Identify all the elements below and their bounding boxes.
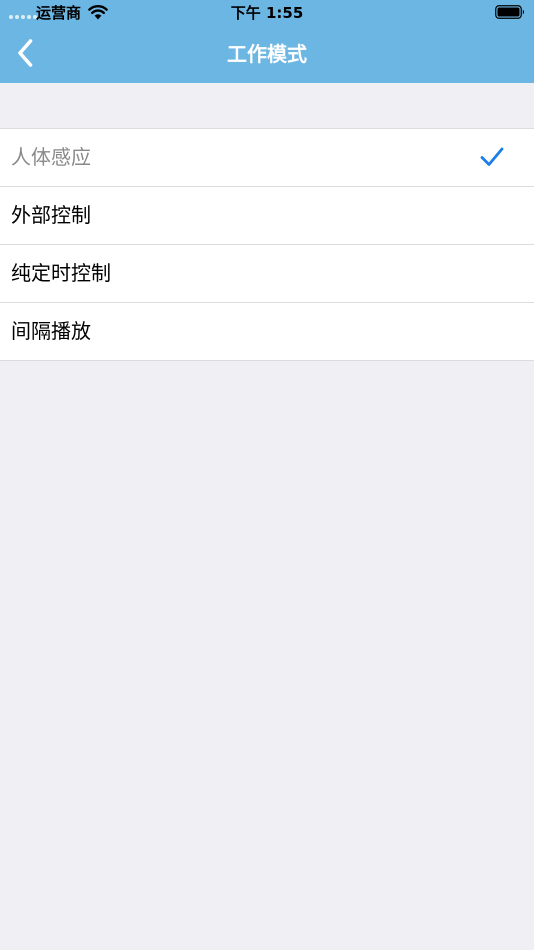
mode-option-external-control[interactable]: 外部控制 (0, 187, 534, 245)
mode-list: 人体感应 外部控制 纯定时控制 间隔播放 (0, 128, 534, 361)
checkmark-icon (480, 147, 504, 166)
mode-option-label: 人体感应 (11, 145, 91, 169)
mode-option-label: 外部控制 (11, 203, 91, 227)
chevron-left-icon (18, 39, 33, 67)
mode-option-timer-only[interactable]: 纯定时控制 (0, 245, 534, 303)
header: 运营商 下午 1:55 工作模式 (0, 0, 534, 83)
status-bar: 运营商 下午 1:55 (0, 0, 534, 26)
navigation-bar: 工作模式 (0, 26, 534, 83)
mode-option-label: 纯定时控制 (11, 261, 111, 285)
mode-option-label: 间隔播放 (11, 319, 91, 343)
mode-option-motion-sensing[interactable]: 人体感应 (0, 129, 534, 187)
page-title: 工作模式 (227, 42, 307, 66)
battery-icon (495, 5, 524, 19)
back-button[interactable] (6, 30, 46, 76)
mode-option-interval-play[interactable]: 间隔播放 (0, 303, 534, 360)
status-time: 下午 1:55 (230, 4, 304, 22)
